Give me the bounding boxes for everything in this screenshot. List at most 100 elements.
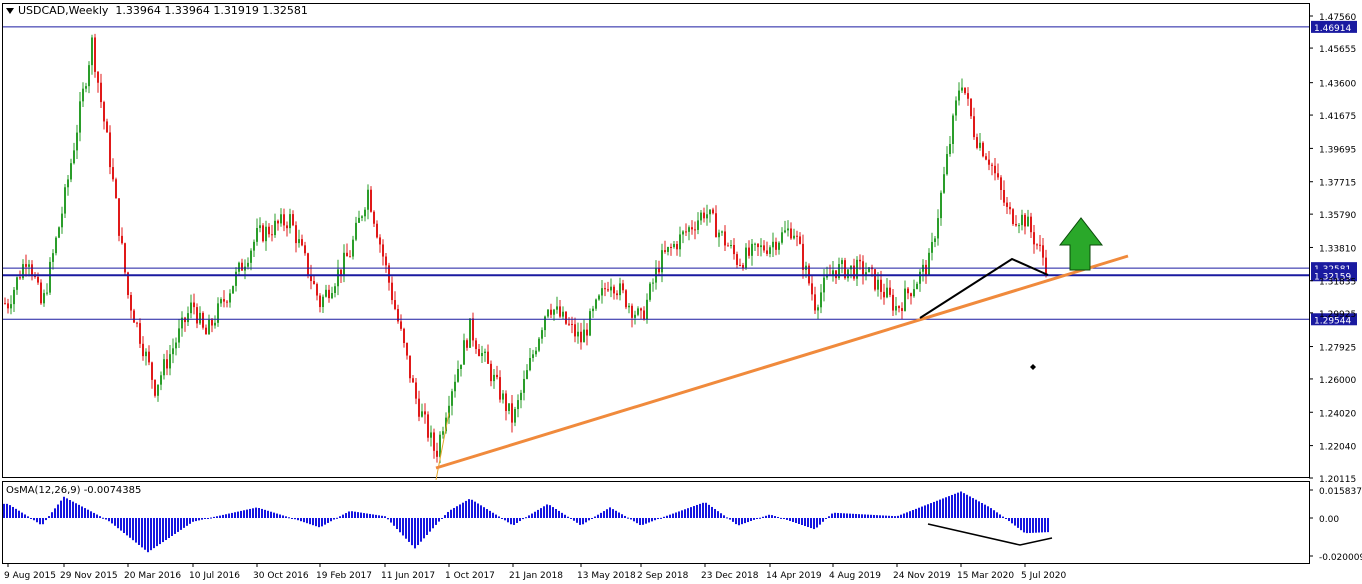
osma-bar xyxy=(231,512,233,518)
osma-bar xyxy=(396,518,398,530)
candle-body xyxy=(166,359,168,369)
osma-panel xyxy=(2,481,1310,564)
osma-bar xyxy=(567,516,569,518)
candle-body xyxy=(718,232,720,238)
osma-bar xyxy=(867,514,869,518)
osma-bar xyxy=(306,518,308,524)
osma-bar xyxy=(243,510,245,518)
osma-bar xyxy=(264,509,266,518)
candle-body xyxy=(874,269,876,290)
candle-body xyxy=(232,285,234,294)
candle-body xyxy=(886,287,888,298)
osma-bar xyxy=(138,518,140,545)
candle-body xyxy=(625,290,627,308)
candle-body xyxy=(355,222,357,240)
candle-body xyxy=(508,403,510,412)
osma-bar xyxy=(45,518,47,521)
osma-bar xyxy=(636,518,638,524)
candle-body xyxy=(226,301,228,303)
x-tick-label: 21 Jan 2018 xyxy=(509,571,563,581)
candle-body xyxy=(568,323,570,325)
osma-bar xyxy=(783,518,785,519)
candle-body xyxy=(643,310,645,320)
osma-bar xyxy=(126,518,128,536)
candle-body xyxy=(592,308,594,312)
osma-bar xyxy=(105,518,107,520)
osma-bar xyxy=(798,518,800,524)
candle-body xyxy=(598,295,600,300)
candle-body xyxy=(631,305,633,318)
osma-bar xyxy=(363,513,365,518)
candle-body xyxy=(427,414,429,438)
candle-body xyxy=(925,264,927,275)
candle-body xyxy=(112,167,114,180)
candle-body xyxy=(253,241,255,251)
candle-body xyxy=(973,116,975,138)
osma-bar xyxy=(606,509,608,518)
candle-body xyxy=(709,209,711,215)
osma-bar xyxy=(531,513,533,518)
candle-body xyxy=(520,392,522,401)
osma-bar xyxy=(768,514,770,518)
osma-bar xyxy=(858,514,860,518)
osma-bar xyxy=(447,511,449,518)
osma-bar xyxy=(501,518,503,519)
osma-bar xyxy=(672,513,674,518)
osma-bar xyxy=(1044,518,1046,533)
osma-bar xyxy=(975,499,977,518)
candle-body xyxy=(721,231,723,233)
candle-body xyxy=(988,159,990,165)
candle-body xyxy=(454,381,456,392)
osma-bar xyxy=(828,516,830,518)
osma-bar xyxy=(801,518,803,526)
candle-body xyxy=(385,256,387,266)
osma-bar xyxy=(399,518,401,533)
osma-bar xyxy=(825,518,827,519)
candle-body xyxy=(817,307,819,311)
osma-bar xyxy=(453,507,455,518)
candle-body xyxy=(298,239,300,244)
osma-bar xyxy=(837,512,839,518)
candle-body xyxy=(502,393,504,400)
candle-body xyxy=(790,228,792,239)
osma-bar xyxy=(204,518,206,519)
osma-bar xyxy=(150,518,152,551)
osma-bar xyxy=(444,515,446,518)
osma-bar xyxy=(288,517,290,519)
osma-bar xyxy=(675,512,677,518)
osma-bar xyxy=(162,518,164,543)
candle-body xyxy=(976,137,978,148)
osma-bar xyxy=(573,518,575,521)
osma-bar xyxy=(405,518,407,539)
candle-body xyxy=(70,163,72,180)
candle-body xyxy=(349,256,351,258)
candle-body xyxy=(172,348,174,355)
candle-body xyxy=(610,286,612,291)
candle-body xyxy=(451,391,453,406)
candle-body xyxy=(295,225,297,244)
osma-bar xyxy=(153,518,155,549)
candle-body xyxy=(484,351,486,353)
candle-body xyxy=(196,307,198,324)
osma-bar xyxy=(510,518,512,525)
osma-bar xyxy=(414,518,416,549)
osma-bar xyxy=(621,514,623,518)
dropdown-triangle-icon[interactable] xyxy=(6,8,14,14)
osma-bar xyxy=(966,494,968,518)
candle-body xyxy=(169,354,171,369)
osma-bar xyxy=(1005,518,1007,519)
osma-bar xyxy=(960,491,962,518)
candle-body xyxy=(208,319,210,335)
osma-bar xyxy=(426,518,428,535)
osma-bar xyxy=(36,518,38,523)
candle-body xyxy=(256,228,258,242)
candle-body xyxy=(757,243,759,248)
candle-body xyxy=(1027,216,1029,227)
x-tick-label: 29 Nov 2015 xyxy=(60,571,118,581)
osma-bar xyxy=(333,518,335,520)
candle-body xyxy=(403,328,405,344)
osma-bar xyxy=(321,518,323,527)
y-tick-label: 1.35790 xyxy=(1319,211,1356,221)
osma-bar xyxy=(177,518,179,532)
osma-bar xyxy=(165,518,167,541)
